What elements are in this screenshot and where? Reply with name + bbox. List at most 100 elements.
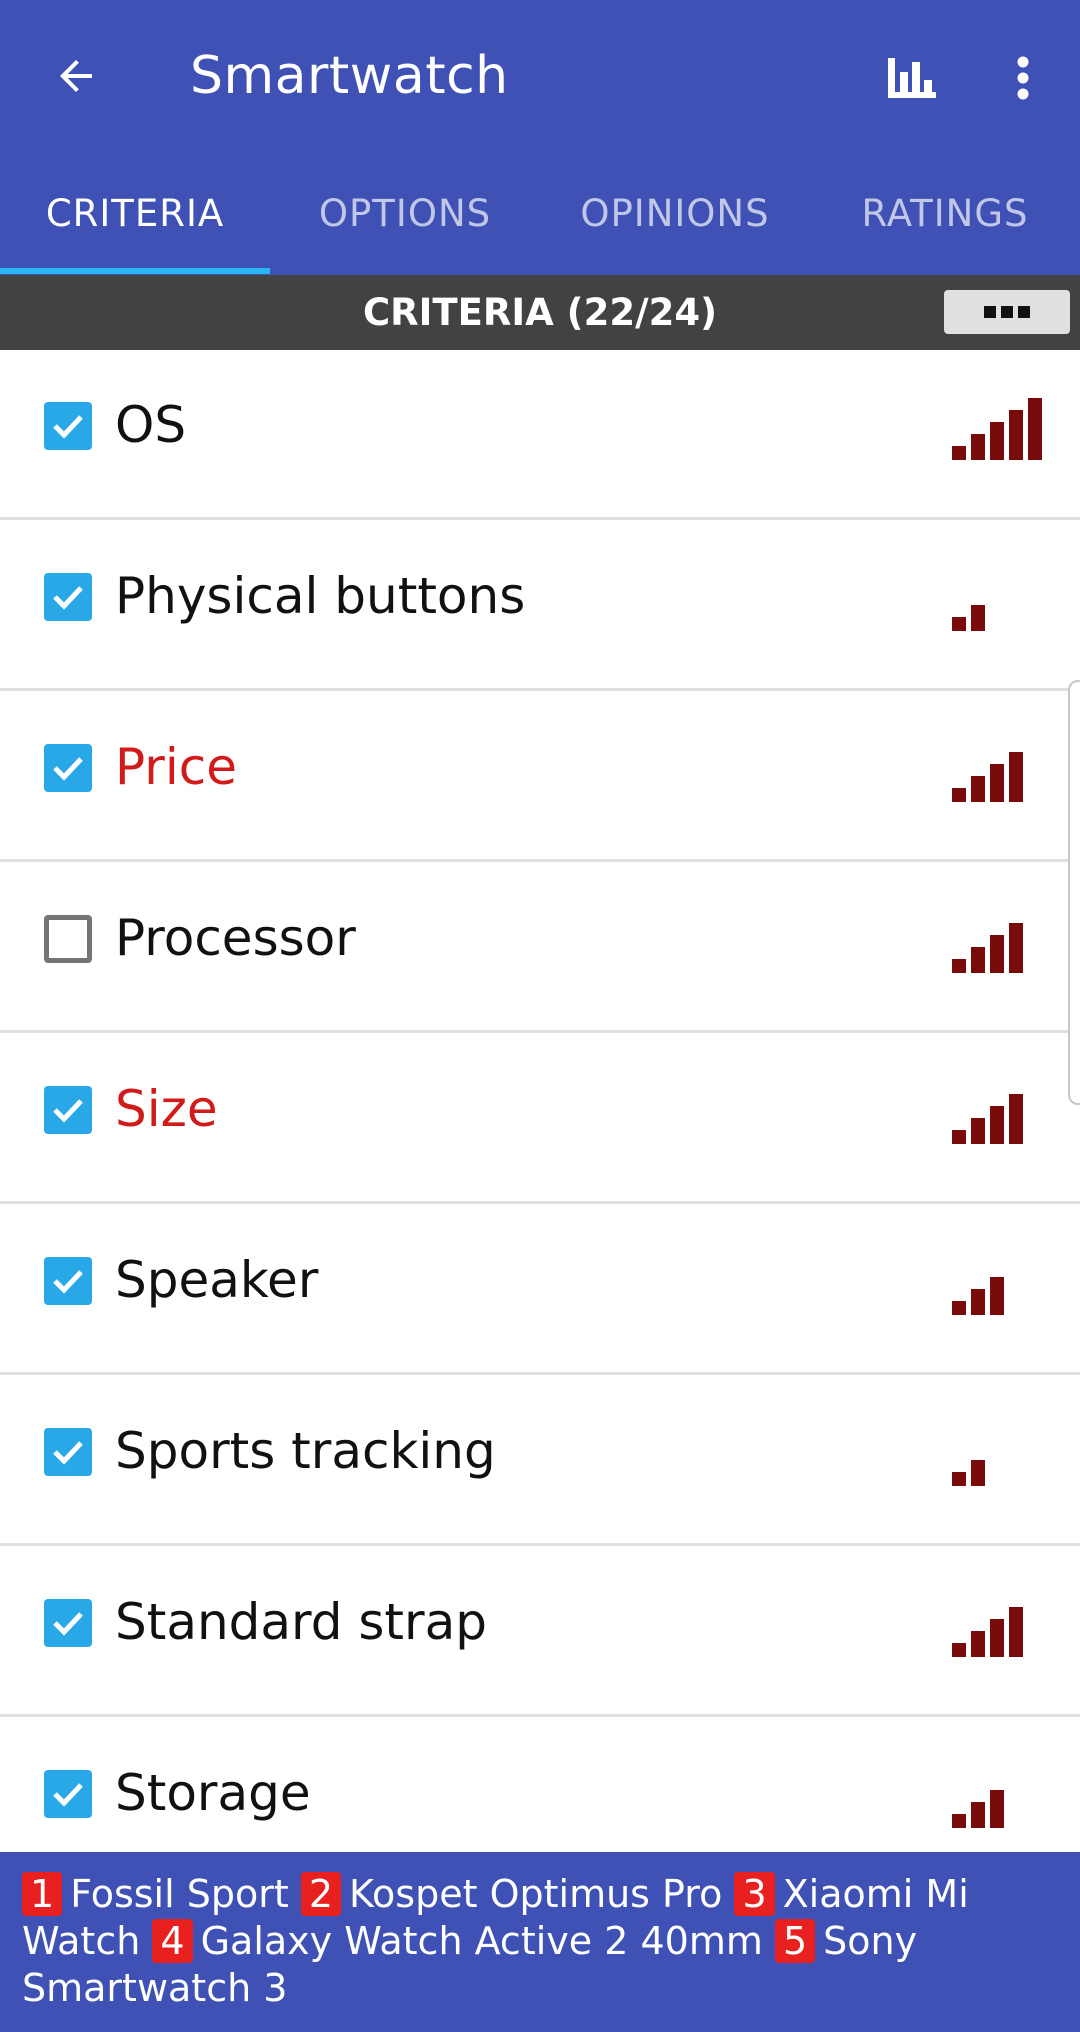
checkbox-checked[interactable] [44,744,92,792]
checkbox-checked[interactable] [44,1428,92,1476]
bar-chart-icon [888,58,936,98]
list-item[interactable]: Speaker [0,1205,1080,1375]
importance-bars[interactable] [952,1587,1062,1657]
importance-bar [1028,398,1042,460]
rank-badge: 3 [734,1872,775,1916]
importance-bar [1009,1607,1023,1657]
section-header: CRITERIA (22/24) [0,275,1080,350]
importance-bar [952,617,966,631]
importance-bar [952,446,966,460]
ranked-option-name: Kospet Optimus Pro [349,1872,723,1916]
importance-bars[interactable] [952,1245,1062,1315]
section-title: CRITERIA (22/24) [362,291,717,334]
list-item[interactable]: Storage [0,1718,1080,1852]
checkbox-checked[interactable] [44,1770,92,1818]
rank-badge: 4 [152,1919,193,1963]
criterion-label: Storage [115,1764,311,1822]
importance-bar [952,1643,966,1657]
list-item[interactable]: Processor [0,863,1080,1033]
check-icon [53,1441,83,1465]
importance-bars[interactable] [952,561,1062,631]
list-item[interactable]: Sports tracking [0,1376,1080,1546]
back-button[interactable] [40,40,112,112]
list-item[interactable]: Standard strap [0,1547,1080,1717]
criterion-label: Price [115,738,237,796]
tab-criteria[interactable]: CRITERIA [0,165,270,275]
importance-bar [1009,1094,1023,1144]
importance-bar [990,1277,1004,1315]
importance-bar [971,947,985,973]
rank-badge: 1 [22,1872,63,1916]
importance-bar [952,788,966,802]
importance-bar [971,1118,985,1144]
check-icon [53,1612,83,1636]
arrow-back-icon [60,60,92,92]
importance-bars[interactable] [952,1416,1062,1486]
chart-button[interactable] [878,44,946,112]
importance-bars[interactable] [952,732,1062,802]
checkbox-checked[interactable] [44,1257,92,1305]
importance-bars[interactable] [952,1758,1062,1828]
importance-bars[interactable] [952,903,1062,973]
criterion-label: Speaker [115,1251,319,1309]
check-icon [53,1270,83,1294]
ranked-option-name: Galaxy Watch Active 2 40mm [200,1919,763,1963]
list-item[interactable]: Physical buttons [0,521,1080,691]
importance-bar [990,422,1004,460]
importance-bar [971,1460,985,1486]
list-item[interactable]: OS [0,350,1080,520]
tab-ratings[interactable]: RATINGS [810,165,1080,275]
app-bar: Smartwatch CRITERIA OPTIONS OPINIONS RAT… [0,0,1080,275]
checkbox-checked[interactable] [44,1599,92,1647]
criterion-label: Sports tracking [115,1422,496,1480]
rank-badge: 5 [774,1919,816,1963]
scrollbar[interactable] [1068,680,1080,1105]
checkbox-checked[interactable] [44,1086,92,1134]
list-item[interactable]: Price [0,692,1080,862]
importance-bar [971,434,985,460]
importance-bar [1009,752,1023,802]
list-item[interactable]: Size [0,1034,1080,1204]
importance-bar [990,1790,1004,1828]
criterion-label: Physical buttons [115,567,526,625]
tab-opinions[interactable]: OPINIONS [540,165,810,275]
importance-bar [971,1631,985,1657]
tab-options[interactable]: OPTIONS [270,165,540,275]
importance-bar [1009,923,1023,973]
importance-bar [1009,410,1023,460]
rank-badge: 2 [300,1872,342,1916]
importance-bar [952,959,966,973]
active-tab-indicator [0,268,270,274]
checkbox-checked[interactable] [44,402,92,450]
criterion-label: Standard strap [115,1593,487,1651]
importance-bar [971,605,985,631]
check-icon [53,415,83,439]
importance-bar [952,1472,966,1486]
criterion-label: OS [115,396,187,454]
importance-bar [971,1802,985,1828]
importance-bar [971,1289,985,1315]
importance-bar [990,935,1004,973]
checkbox-unchecked[interactable] [44,915,92,963]
three-squares-menu-icon [984,306,1030,318]
page-title: Smartwatch [190,46,509,106]
importance-bars[interactable] [952,390,1062,460]
importance-bars[interactable] [952,1074,1062,1144]
importance-bar [952,1814,966,1828]
more-vert-icon [1017,56,1029,100]
more-options-button[interactable] [1000,44,1046,112]
importance-bar [990,764,1004,802]
check-icon [53,586,83,610]
importance-bar [971,776,985,802]
criterion-label: Size [115,1080,218,1138]
checkbox-checked[interactable] [44,573,92,621]
importance-bar [952,1301,966,1315]
section-menu-button[interactable] [944,290,1070,334]
importance-bar [990,1619,1004,1657]
importance-bar [990,1106,1004,1144]
criteria-list: OS Physical buttons Price Processor Size Spea… [0,350,1080,1852]
importance-bar [952,1130,966,1144]
ranking-footer[interactable]: 1 Fossil Sport 2 Kospet Optimus Pro 3 Xiaom… [0,1852,1080,2032]
tab-bar: CRITERIA OPTIONS OPINIONS RATINGS [0,165,1080,275]
check-icon [53,757,83,781]
